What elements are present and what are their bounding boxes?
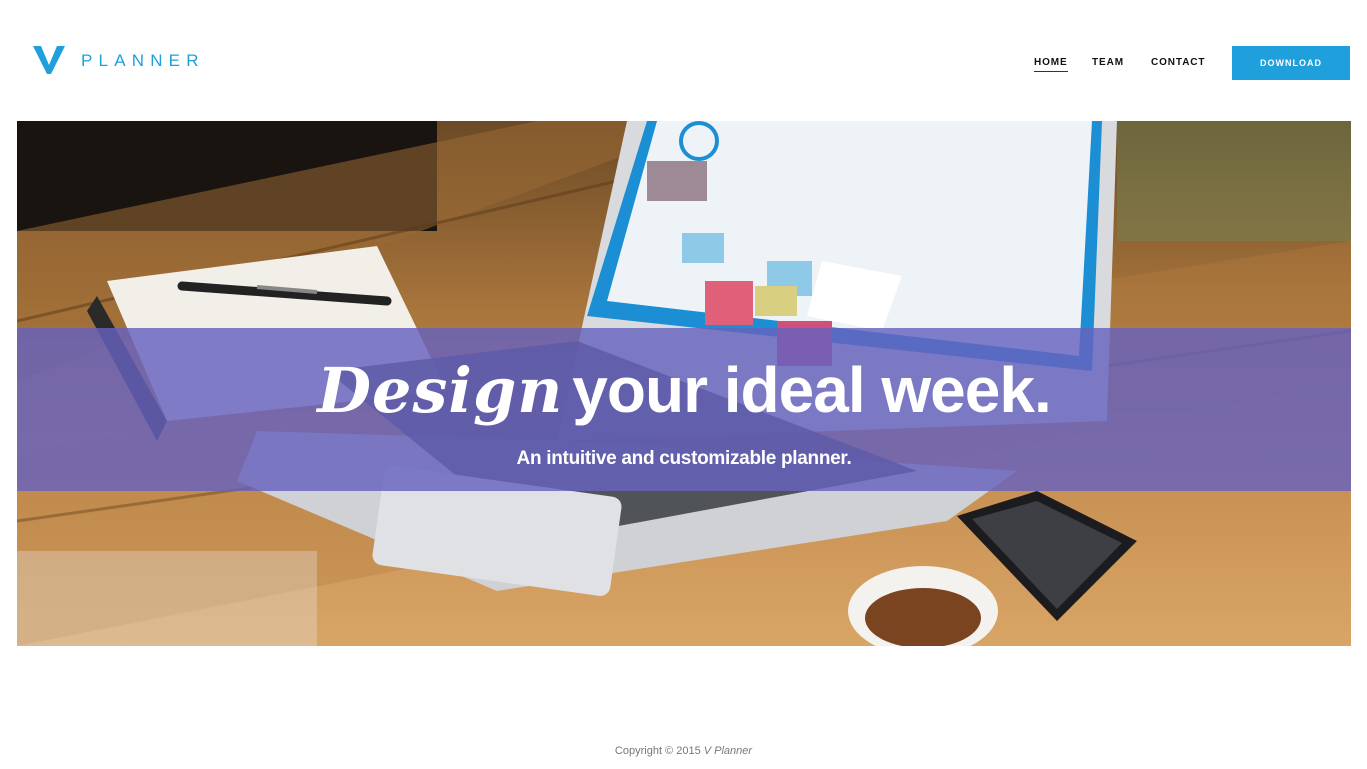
v-logo-icon	[33, 46, 65, 74]
download-button[interactable]: DOWNLOAD	[1232, 46, 1350, 80]
headline-script: Design	[317, 354, 564, 427]
footer-brand: V Planner	[703, 745, 753, 757]
logo-text: PLANNER	[81, 50, 205, 70]
logo[interactable]: PLANNER	[33, 46, 205, 74]
hero-headline: Design your ideal week.	[17, 353, 1351, 427]
nav-home[interactable]: HOME	[1034, 57, 1068, 72]
hero-subtitle: An intuitive and customizable planner.	[516, 448, 852, 469]
footer: Copyright © 2015 V Planner	[0, 745, 1367, 757]
nav-team[interactable]: TEAM	[1092, 57, 1124, 69]
nav-contact[interactable]: CONTACT	[1151, 57, 1205, 69]
copyright-text: Copyright © 2015	[614, 745, 704, 757]
headline-main: your ideal week.	[572, 354, 1051, 426]
site-header: PLANNER HOME TEAM CONTACT DOWNLOAD	[0, 0, 1367, 121]
hero-banner: Design your ideal week. An intuitive and…	[17, 121, 1351, 646]
